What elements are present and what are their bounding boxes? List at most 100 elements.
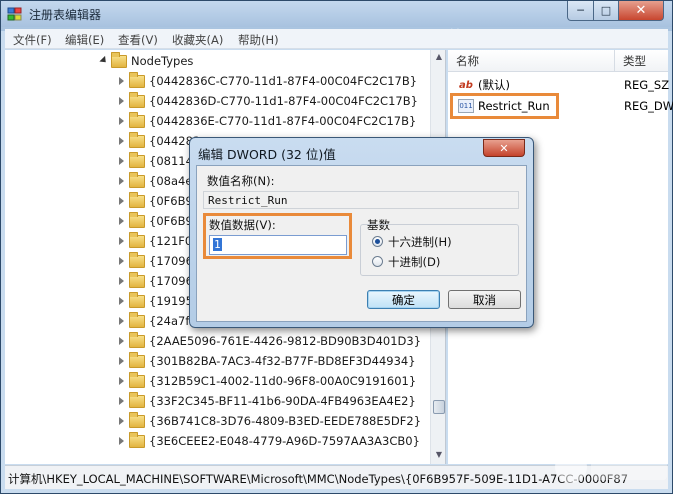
scroll-down-icon[interactable]: ▼ [434, 450, 444, 460]
column-header-name[interactable]: 名称 [448, 50, 615, 72]
tree-item-label: {0442836C-C770-11d1-87F4-00C04FC2C17B} [149, 74, 418, 88]
folder-icon [129, 231, 145, 248]
close-button[interactable]: ✕ [618, 1, 664, 21]
expand-icon[interactable] [118, 156, 126, 166]
expand-icon[interactable] [118, 96, 126, 106]
folder-icon [129, 211, 145, 228]
tree-item[interactable]: {0F6B9 [118, 191, 193, 211]
tree-item-label: {08114 [149, 154, 193, 168]
expand-icon[interactable] [118, 336, 126, 346]
tree-item[interactable]: {0442836E-C770-11d1-87F4-00C04FC2C17B} [118, 111, 416, 131]
expand-icon[interactable] [118, 356, 126, 366]
base-groupbox: 十六进制(H) 十进制(D) [360, 224, 519, 276]
tree-item-label: {19195 [149, 294, 193, 308]
folder-icon [129, 171, 145, 188]
value-name: (默认) [478, 78, 510, 92]
value-type: REG_DW [624, 99, 673, 113]
expand-icon[interactable] [118, 396, 126, 406]
folder-icon [129, 371, 145, 388]
value-name-field: Restrict_Run [203, 191, 519, 209]
edit-dword-dialog: 编辑 DWORD (32 位)值 ✕ 数值名称(N): Restrict_Run… [189, 137, 534, 328]
value-row-default[interactable]: ab (默认) REG_SZ [448, 75, 669, 95]
scroll-up-icon[interactable]: ▲ [434, 52, 444, 62]
maximize-button[interactable]: □ [593, 1, 619, 21]
tree-item-label: {121F0 [149, 234, 193, 248]
tree-item[interactable]: {121F0 [118, 231, 192, 251]
expand-icon[interactable] [118, 76, 126, 86]
tree-item[interactable]: {08a4e [118, 171, 192, 191]
expand-icon[interactable] [118, 436, 126, 446]
tree-item[interactable]: {19195 [118, 291, 193, 311]
cancel-button[interactable]: 取消 [448, 290, 521, 309]
folder-icon [129, 71, 145, 88]
tree-item-label: {0F6B9 [149, 194, 193, 208]
decimal-radio[interactable] [372, 256, 383, 267]
tree-item[interactable]: {301B82BA-7AC3-4f32-B77F-BD8EF3D44934} [118, 351, 416, 371]
tree-item[interactable]: {17096 [118, 251, 193, 271]
folder-icon [129, 111, 145, 128]
tree-item[interactable]: {312B59C1-4002-11d0-96F8-00A0C9191601} [118, 371, 416, 391]
expand-icon[interactable] [118, 176, 126, 186]
dialog-close-button[interactable]: ✕ [483, 139, 525, 157]
hex-radio[interactable] [372, 236, 383, 247]
menu-edit[interactable]: 编辑(E) [65, 32, 104, 48]
expand-icon[interactable] [118, 256, 126, 266]
tree-item-label: {17096 [149, 274, 193, 288]
expand-icon[interactable] [118, 316, 126, 326]
tree-item-label: {17096 [149, 254, 193, 268]
expand-icon[interactable] [118, 236, 126, 246]
tree-item[interactable]: {3E6CEEE2-E048-4779-A96D-7597AA3A3CB0} [118, 431, 420, 451]
tree-item-label: {312B59C1-4002-11d0-96F8-00A0C9191601} [149, 374, 417, 388]
folder-icon [129, 331, 145, 348]
tree-item[interactable]: {24a7f [118, 311, 189, 331]
menu-favorites[interactable]: 收藏夹(A) [172, 32, 223, 48]
tree-item-label: {36B741C8-3D76-4809-B3ED-EEDE788E5DF2} [149, 414, 422, 428]
expand-icon[interactable] [118, 116, 126, 126]
expand-icon[interactable] [118, 416, 126, 426]
column-header-type[interactable]: 类型 [615, 50, 668, 72]
tree-item[interactable]: {0F6B9 [118, 211, 193, 231]
folder-icon [129, 191, 145, 208]
value-name-label: 数值名称(N): [207, 174, 275, 188]
expand-icon[interactable] [118, 216, 126, 226]
string-value-icon: ab [459, 79, 473, 91]
tree-item[interactable]: {0442836C-C770-11d1-87F4-00C04FC2C17B} [118, 71, 417, 91]
expand-icon[interactable] [118, 196, 126, 206]
dialog-title: 编辑 DWORD (32 位)值 [198, 147, 336, 162]
folder-icon [129, 431, 145, 448]
tree-item-label: {0442836D-C770-11d1-87F4-00C04FC2C17B} [149, 94, 418, 108]
folder-icon [129, 291, 145, 308]
tree-item[interactable]: {2AAE5096-761E-4426-9812-BD90B3D401D3} [118, 331, 421, 351]
tree-item-nodetypes[interactable]: NodeTypes [100, 51, 193, 71]
expand-icon[interactable] [118, 136, 126, 146]
tree-item[interactable]: {044283 [118, 131, 200, 151]
tree-item[interactable]: {17096 [118, 271, 193, 291]
highlight-box [450, 93, 559, 119]
folder-icon [129, 311, 145, 328]
minimize-button[interactable]: ─ [567, 1, 594, 21]
tree-item-label: {24a7f [149, 314, 190, 328]
tree-item[interactable]: {08114 [118, 151, 193, 171]
tree-item-label: {08a4e [149, 174, 193, 188]
decimal-radio-label[interactable]: 十进制(D) [388, 254, 440, 270]
expand-icon[interactable] [118, 276, 126, 286]
folder-open-icon [111, 51, 127, 68]
menu-view[interactable]: 查看(V) [118, 32, 158, 48]
menu-help[interactable]: 帮助(H) [238, 32, 279, 48]
ok-button[interactable]: 确定 [367, 290, 440, 309]
folder-icon [129, 131, 145, 148]
expand-icon[interactable] [118, 296, 126, 306]
collapse-icon[interactable] [100, 56, 108, 66]
dialog-body: 数值名称(N): Restrict_Run 数值数据(V): 1 基数 十六进制… [196, 165, 527, 322]
folder-icon [129, 251, 145, 268]
tree-item[interactable]: {33F2C345-BF11-41b6-90DA-4FB4963EA4E2} [118, 391, 416, 411]
tree-item[interactable]: {0442836D-C770-11d1-87F4-00C04FC2C17B} [118, 91, 418, 111]
hex-radio-label[interactable]: 十六进制(H) [388, 234, 452, 250]
tree-item-label: {0F6B9 [149, 214, 193, 228]
expand-icon[interactable] [118, 376, 126, 386]
folder-icon [129, 151, 145, 168]
tree-item-label: {0442836E-C770-11d1-87F4-00C04FC2C17B} [149, 114, 417, 128]
tree-item[interactable]: {36B741C8-3D76-4809-B3ED-EEDE788E5DF2} [118, 411, 421, 431]
menu-file[interactable]: 文件(F) [13, 32, 52, 48]
scroll-thumb[interactable] [433, 400, 445, 414]
